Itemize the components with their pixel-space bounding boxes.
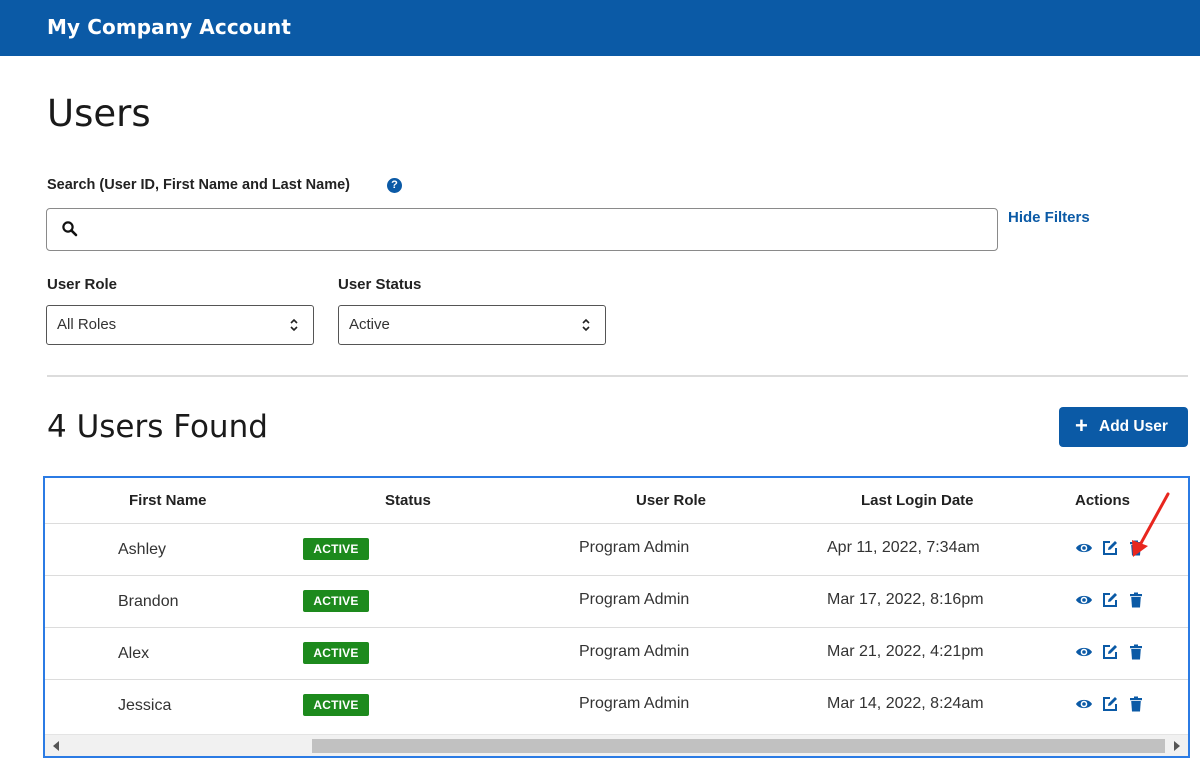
user-status-value: Active (349, 316, 390, 333)
column-header-last-login[interactable]: Last Login Date (861, 492, 974, 509)
search-label: Search (User ID, First Name and Last Nam… (47, 177, 350, 193)
edit-icon[interactable] (1101, 591, 1119, 609)
cell-user-role: Program Admin (579, 695, 690, 712)
table-row: Brandon ACTIVE Program Admin Mar 17, 2022, … (45, 576, 1188, 628)
trash-icon[interactable] (1127, 643, 1145, 661)
cell-first-name: Brandon (118, 593, 179, 610)
eye-icon[interactable] (1075, 591, 1093, 609)
user-status-label: User Status (338, 276, 422, 293)
edit-icon[interactable] (1101, 695, 1119, 713)
cell-last-login: Mar 17, 2022, 8:16pm (827, 591, 984, 608)
cell-first-name: Jessica (118, 697, 172, 714)
cell-user-role: Program Admin (579, 539, 690, 556)
edit-icon[interactable] (1101, 539, 1119, 557)
status-badge: ACTIVE (303, 590, 369, 612)
page-title: Users (47, 92, 151, 135)
scrollbar-thumb[interactable] (312, 739, 1165, 753)
eye-icon[interactable] (1075, 539, 1093, 557)
scroll-left-icon[interactable] (53, 741, 59, 751)
user-status-select[interactable]: Active (338, 305, 606, 345)
horizontal-scrollbar[interactable] (45, 734, 1188, 756)
question-circle-icon[interactable]: ? (387, 178, 402, 193)
user-role-select[interactable]: All Roles (46, 305, 314, 345)
row-actions (1075, 591, 1155, 611)
row-actions (1075, 695, 1155, 715)
scroll-right-icon[interactable] (1174, 741, 1180, 751)
hide-filters-link[interactable]: Hide Filters (1008, 209, 1090, 226)
section-divider (47, 375, 1188, 377)
status-badge: ACTIVE (303, 538, 369, 560)
column-header-first-name[interactable]: First Name (129, 492, 207, 509)
eye-icon[interactable] (1075, 643, 1093, 661)
results-count: 4 Users Found (47, 409, 268, 445)
search-field[interactable] (46, 208, 998, 251)
table-row: Ashley ACTIVE Program Admin Apr 11, 2022, 7… (45, 524, 1188, 576)
add-user-label: Add User (1099, 418, 1168, 435)
eye-icon[interactable] (1075, 695, 1093, 713)
user-role-label: User Role (47, 276, 118, 293)
trash-icon[interactable] (1127, 695, 1145, 713)
column-header-status[interactable]: Status (385, 492, 431, 509)
cell-last-login: Mar 21, 2022, 4:21pm (827, 643, 984, 660)
cell-user-role: Program Admin (579, 643, 690, 660)
table-row: Alex ACTIVE Program Admin Mar 21, 2022, 4:2… (45, 628, 1188, 680)
select-arrows-icon (290, 318, 298, 332)
search-icon (62, 221, 78, 237)
cell-first-name: Ashley (118, 541, 167, 558)
annotation-arrow-icon (1132, 492, 1170, 557)
trash-icon[interactable] (1127, 591, 1145, 609)
users-table: First Name Status User Role Last Login D… (43, 476, 1190, 758)
edit-icon[interactable] (1101, 643, 1119, 661)
cell-user-role: Program Admin (579, 591, 690, 608)
plus-icon: + (1075, 413, 1088, 438)
row-actions (1075, 643, 1155, 663)
app-title[interactable]: My Company Account (47, 15, 291, 39)
column-header-user-role[interactable]: User Role (636, 492, 706, 509)
select-arrows-icon (582, 318, 590, 332)
table-header: First Name Status User Role Last Login D… (45, 478, 1188, 524)
status-badge: ACTIVE (303, 642, 369, 664)
status-badge: ACTIVE (303, 694, 369, 716)
top-bar: My Company Account (0, 0, 1200, 56)
cell-first-name: Alex (118, 645, 150, 662)
add-user-button[interactable]: + Add User (1059, 407, 1188, 447)
cell-last-login: Apr 11, 2022, 7:34am (827, 539, 980, 556)
search-input[interactable] (89, 215, 979, 243)
cell-last-login: Mar 14, 2022, 8:24am (827, 695, 984, 712)
user-role-value: All Roles (57, 316, 117, 333)
table-row: Jessica ACTIVE Program Admin Mar 14, 2022, … (45, 680, 1188, 732)
